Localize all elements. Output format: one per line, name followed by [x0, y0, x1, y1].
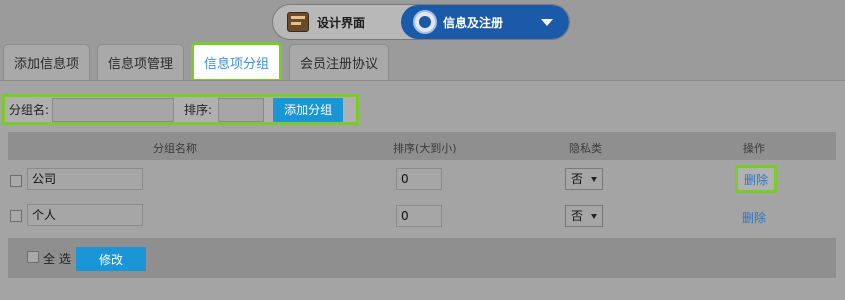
- row-checkbox[interactable]: [10, 210, 22, 222]
- add-group-button[interactable]: 添加分组: [273, 97, 344, 122]
- table-header: 分组名称 排序(大到小) 隐私类 操作: [8, 132, 836, 160]
- group-name-field[interactable]: 公司: [27, 168, 143, 190]
- order-field[interactable]: 0: [396, 205, 442, 227]
- select-all-label: 全 选: [43, 252, 71, 266]
- group-name-field[interactable]: 个人: [27, 204, 143, 226]
- design-icon: [287, 12, 309, 32]
- privacy-select[interactable]: 否: [565, 168, 603, 190]
- col-action: 操作: [743, 142, 765, 155]
- dropdown-arrow-icon: [591, 214, 597, 219]
- select-all-checkbox[interactable]: [27, 251, 39, 263]
- group-name-label: 分组名:: [9, 103, 50, 117]
- table-row: 个人 0 否 删除: [8, 199, 836, 235]
- tab-add-info-item[interactable]: 添加信息项: [3, 44, 91, 80]
- design-mode-label: 设计界面: [317, 15, 366, 30]
- table-footer: 全 选 修改: [8, 238, 836, 278]
- info-register-label: 信息及注册: [443, 15, 504, 30]
- group-name-input[interactable]: [52, 97, 175, 122]
- col-privacy: 隐私类: [569, 142, 602, 155]
- order-input[interactable]: [218, 97, 265, 122]
- col-group-name: 分组名称: [153, 142, 197, 155]
- tab-bar: 添加信息项 信息项管理 信息项分组 会员注册协议: [3, 42, 390, 82]
- gear-icon: [415, 12, 435, 32]
- design-mode-button[interactable]: 设计界面: [273, 5, 401, 39]
- dropdown-arrow-icon: [591, 177, 597, 182]
- tab-info-item-group[interactable]: 信息项分组: [191, 42, 283, 82]
- add-group-form: 分组名: 排序: 添加分组: [2, 94, 359, 125]
- delete-highlight: 删除: [735, 165, 777, 193]
- order-label: 排序:: [184, 103, 213, 117]
- tab-member-agreement[interactable]: 会员注册协议: [289, 44, 390, 80]
- order-field[interactable]: 0: [396, 168, 442, 190]
- delete-link[interactable]: 删除: [744, 171, 768, 188]
- privacy-value: 否: [571, 172, 584, 186]
- delete-link[interactable]: 删除: [742, 209, 766, 226]
- row-checkbox[interactable]: [10, 175, 22, 187]
- caret-down-icon[interactable]: [541, 19, 553, 26]
- group-panel: 分组名: 排序: 添加分组 分组名称 排序(大到小) 隐私类 操作 公司 0 否…: [0, 80, 845, 300]
- table-row: 公司 0 否 删除: [8, 163, 836, 199]
- col-order: 排序(大到小): [393, 142, 457, 155]
- modify-button[interactable]: 修改: [76, 247, 146, 271]
- mode-toggle: 设计界面 信息及注册: [272, 4, 570, 40]
- info-register-mode-button[interactable]: 信息及注册: [401, 5, 569, 39]
- privacy-value: 否: [571, 209, 584, 223]
- tab-info-item-manage[interactable]: 信息项管理: [97, 44, 185, 80]
- privacy-select[interactable]: 否: [565, 205, 603, 227]
